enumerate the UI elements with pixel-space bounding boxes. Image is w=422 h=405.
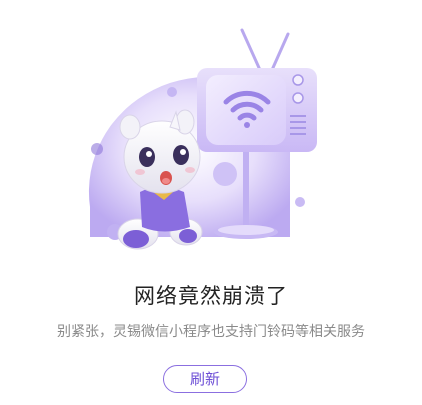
refresh-button[interactable]: 刷新 — [163, 365, 247, 393]
error-title: 网络竟然崩溃了 — [134, 284, 288, 308]
network-error-illustration — [88, 28, 317, 250]
network-error-page: 网络竟然崩溃了 别紧张，灵锡微信小程序也支持门铃码等相关服务 刷新 — [0, 0, 422, 405]
error-message: 别紧张，灵锡微信小程序也支持门铃码等相关服务 — [57, 324, 365, 340]
